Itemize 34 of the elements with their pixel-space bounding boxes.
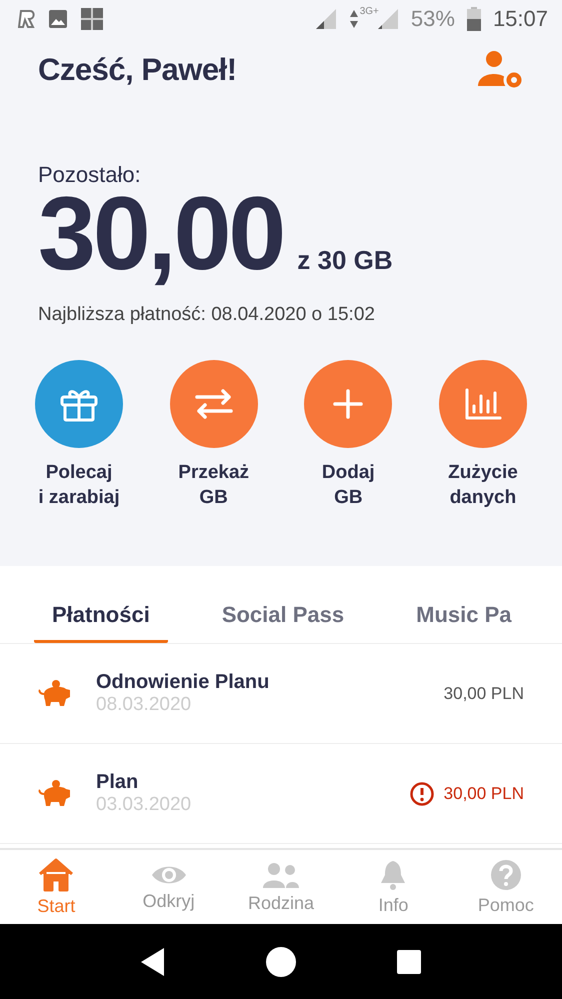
action-button[interactable]: Dodaj GB	[289, 360, 408, 510]
payment-amount: 30,00 PLN	[444, 784, 524, 804]
signal-icon	[314, 8, 338, 30]
payment-title: Plan	[96, 771, 140, 794]
battery-percent: 53%	[410, 6, 455, 32]
plus-icon	[333, 389, 364, 419]
help-icon	[490, 858, 522, 890]
bar-chart-icon	[464, 388, 502, 420]
people-icon	[262, 860, 300, 888]
signal-icon	[376, 8, 399, 30]
network-type: 3G+	[360, 6, 379, 17]
grid-icon	[80, 7, 104, 31]
piggy-bank-icon	[38, 780, 72, 808]
gallery-icon	[48, 9, 68, 29]
piggy-bank-icon	[38, 680, 72, 708]
payment-amount: 30,00 PLN	[444, 684, 524, 704]
clock: 15:07	[492, 6, 548, 32]
data-arrows-icon	[350, 9, 358, 29]
next-payment: Najbliższa płatność: 08.04.2020 o 15:02	[38, 304, 376, 326]
payment-title: Odnowienie Planu	[96, 671, 270, 694]
transfer-icon	[194, 389, 234, 419]
action-button[interactable]: Przekaż GB	[154, 360, 273, 510]
greeting: Cześć, Paweł!	[38, 52, 237, 88]
tab[interactable]: Social Pass	[204, 602, 362, 643]
total-amount: z 30 GB	[297, 245, 393, 276]
app-logo-icon	[18, 9, 36, 29]
tab[interactable]: Music Pa	[398, 602, 530, 643]
back-icon[interactable]	[140, 946, 166, 976]
action-button[interactable]: Polecaj i zarabiaj	[20, 360, 138, 510]
action-button[interactable]: Zużycie danych	[424, 360, 542, 510]
home-icon	[38, 858, 74, 892]
recents-icon[interactable]	[396, 948, 422, 974]
battery-icon	[466, 7, 481, 31]
home-button-icon[interactable]	[264, 946, 297, 978]
